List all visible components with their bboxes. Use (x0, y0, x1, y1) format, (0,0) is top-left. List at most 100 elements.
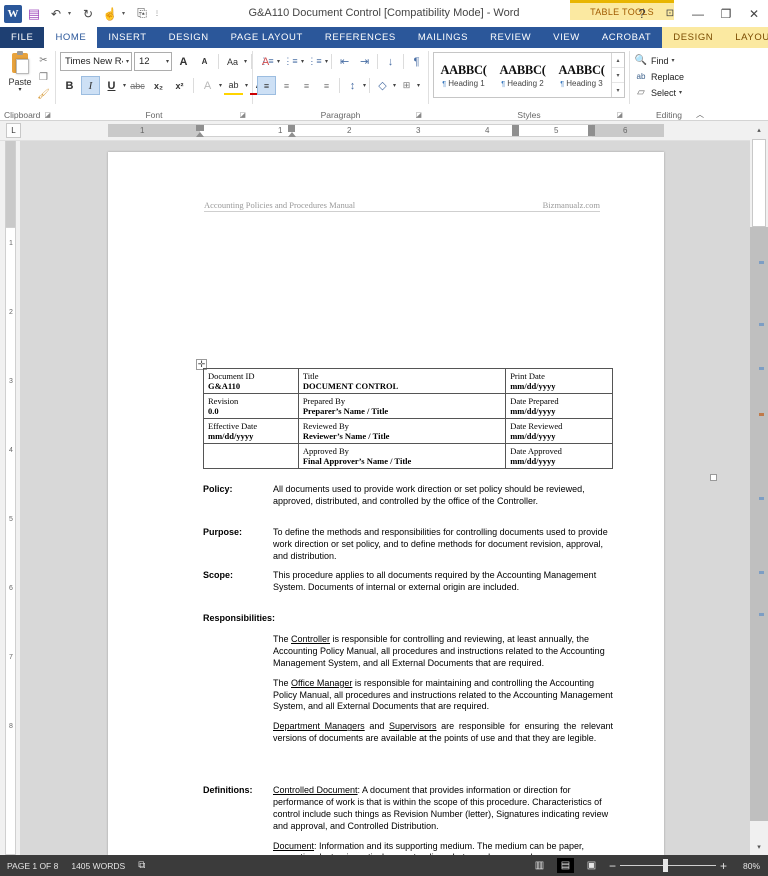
customize-qat-icon[interactable]: ⋮ (154, 10, 162, 17)
numbering-dropdown-icon[interactable]: ▾ (301, 58, 304, 65)
format-painter-icon[interactable]: 🖌 (36, 87, 51, 101)
table-row[interactable]: Approved By Final Approver’s Name / Title… (203, 443, 613, 470)
tab-insert[interactable]: INSERT (97, 27, 157, 48)
line-spacing-icon[interactable]: ↕ (343, 76, 362, 95)
line-spacing-dropdown-icon[interactable]: ▾ (363, 82, 366, 89)
tab-page-layout[interactable]: PAGE LAYOUT (220, 27, 314, 48)
left-indent-marker[interactable] (288, 125, 295, 132)
find-dropdown-icon[interactable]: ▾ (672, 57, 675, 64)
paragraph-dialog-launcher-icon[interactable]: ◪ (415, 111, 422, 119)
text-highlight-icon[interactable]: ab (224, 76, 244, 95)
scope-body[interactable]: This procedure applies to all documents … (273, 570, 603, 602)
scrollbar-thumb[interactable] (752, 139, 766, 227)
copy-icon[interactable]: ❐ (36, 70, 51, 84)
multilevel-list-icon[interactable]: ⋮≡ (305, 52, 324, 71)
shrink-font-icon[interactable]: A (195, 52, 214, 71)
tab-design[interactable]: DESIGN (158, 27, 220, 48)
select-button[interactable]: ▱ Select ▾ (634, 85, 684, 100)
zoom-out-button[interactable]: − (609, 860, 616, 872)
style-heading-3[interactable]: AABBC( ¶ Heading 3 (552, 53, 611, 97)
bullets-dropdown-icon[interactable]: ▾ (277, 58, 280, 65)
bold-button[interactable]: B (60, 76, 79, 95)
superscript-button[interactable]: x² (170, 76, 189, 95)
bullets-icon[interactable]: ⋮≡ (257, 52, 276, 71)
strikethrough-button[interactable]: abc (128, 76, 147, 95)
scroll-down-arrow-icon[interactable]: ▾ (750, 838, 768, 855)
show-formatting-marks-icon[interactable]: ¶ (407, 52, 426, 71)
multilevel-dropdown-icon[interactable]: ▾ (325, 58, 328, 65)
hanging-indent-marker[interactable] (196, 132, 204, 137)
minimize-button[interactable]: — (684, 3, 712, 25)
paste-dropdown-icon[interactable]: ▾ (18, 87, 21, 93)
right-indent-marker[interactable] (588, 125, 595, 136)
definitions-body[interactable]: Controlled Document: A document that pro… (273, 785, 613, 855)
undo-dropdown-icon[interactable]: ▾ (68, 10, 76, 17)
font-size-combo[interactable]: 12 ▾ (134, 52, 172, 71)
tab-references[interactable]: REFERENCES (314, 27, 407, 48)
tab-acrobat[interactable]: ACROBAT (591, 27, 662, 48)
print-layout-button[interactable]: ▤ (556, 858, 574, 873)
document-canvas[interactable]: Accounting Policies and Procedures Manua… (20, 141, 750, 855)
borders-dropdown-icon[interactable]: ▾ (417, 82, 420, 89)
shading-dropdown-icon[interactable]: ▾ (393, 82, 396, 89)
select-dropdown-icon[interactable]: ▾ (679, 89, 682, 96)
page-indicator[interactable]: PAGE 1 OF 8 (7, 861, 58, 871)
help-icon[interactable]: ? (628, 3, 656, 25)
paste-button[interactable]: Paste ▾ (4, 51, 36, 93)
zoom-track[interactable] (619, 859, 716, 872)
tab-file[interactable]: FILE (0, 27, 45, 48)
shading-icon[interactable]: ◇ (373, 76, 392, 95)
numbering-icon[interactable]: ⋮≡ (281, 52, 300, 71)
sort-icon[interactable]: ↓ (381, 52, 400, 71)
scroll-up-arrow-icon[interactable]: ▴ (750, 121, 768, 138)
word-count[interactable]: 1405 WORDS (71, 861, 125, 871)
justify-button[interactable]: ≡ (317, 76, 336, 95)
change-case-icon[interactable]: Aa (223, 52, 242, 71)
scrollbar-track[interactable] (750, 227, 768, 821)
tab-mailings[interactable]: MAILINGS (407, 27, 479, 48)
change-case-dropdown-icon[interactable]: ▾ (244, 58, 247, 65)
document-page[interactable]: Accounting Policies and Procedures Manua… (108, 152, 717, 855)
tab-table-layout[interactable]: LAYOUT (724, 27, 768, 48)
style-heading-2[interactable]: AABBC( ¶ Heading 2 (493, 53, 552, 97)
clipboard-dialog-launcher-icon[interactable]: ◪ (44, 111, 51, 119)
italic-button[interactable]: I (81, 76, 100, 95)
underline-button[interactable]: U (102, 76, 121, 95)
redo-icon[interactable]: ↻ (78, 4, 98, 24)
tab-stop-selector[interactable]: L (6, 123, 21, 138)
horizontal-ruler[interactable]: L 1 1 2 3 4 5 6 (0, 121, 768, 141)
tab-review[interactable]: REVIEW (479, 27, 542, 48)
decrease-indent-icon[interactable]: ⇤ (335, 52, 354, 71)
vertical-ruler[interactable]: 1 2 3 4 5 6 7 8 (0, 141, 20, 855)
restore-button[interactable]: ❐ (712, 3, 740, 25)
tab-table-design[interactable]: DESIGN (662, 27, 725, 48)
styles-dialog-launcher-icon[interactable]: ◪ (616, 111, 623, 119)
first-line-indent-marker[interactable] (196, 125, 204, 131)
new-comment-icon[interactable]: ⎘ (132, 4, 152, 24)
text-effects-dropdown-icon[interactable]: ▾ (219, 82, 222, 89)
document-control-table[interactable]: Document ID G&A110 Title DOCUMENT CONTROL … (203, 367, 613, 470)
table-row[interactable]: Revision 0.0 Prepared By Preparer’s Name /… (203, 393, 613, 420)
zoom-level[interactable]: 80% (736, 861, 760, 871)
responsibilities-body[interactable]: The Controller is responsible for contro… (273, 634, 613, 753)
undo-icon[interactable]: ↶ (46, 4, 66, 24)
align-center-button[interactable]: ≡ (277, 76, 296, 95)
grow-font-icon[interactable]: A (174, 52, 193, 71)
style-heading-1[interactable]: AABBC( ¶ Heading 1 (434, 53, 493, 97)
font-dialog-launcher-icon[interactable]: ◪ (239, 111, 246, 119)
touch-mode-icon[interactable]: ☝ (100, 4, 120, 24)
borders-icon[interactable]: ⊞ (397, 76, 416, 95)
font-name-combo[interactable]: Times New R‹ ▾ (60, 52, 132, 71)
tab-view[interactable]: VIEW (542, 27, 591, 48)
subscript-button[interactable]: x₂ (149, 76, 168, 95)
left-indent-box[interactable] (288, 132, 296, 137)
text-effects-icon[interactable]: A (198, 76, 217, 95)
web-layout-button[interactable]: ▣ (583, 858, 600, 873)
highlight-dropdown-icon[interactable]: ▾ (245, 82, 248, 89)
policy-body[interactable]: All documents used to provide work direc… (273, 484, 613, 516)
table-row[interactable]: Document ID G&A110 Title DOCUMENT CONTROL … (203, 367, 613, 395)
styles-scroll-down-icon[interactable]: ▾ (612, 68, 624, 83)
touch-mode-dropdown-icon[interactable]: ▾ (122, 10, 130, 17)
zoom-thumb[interactable] (662, 859, 668, 872)
save-icon[interactable]: ▤ (24, 4, 44, 24)
